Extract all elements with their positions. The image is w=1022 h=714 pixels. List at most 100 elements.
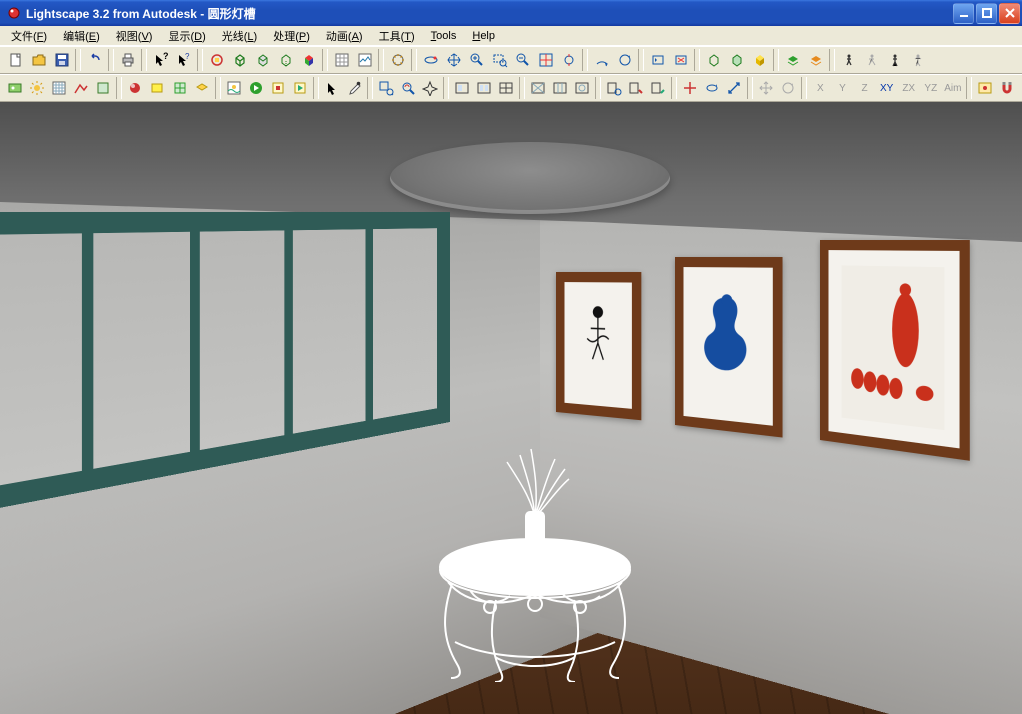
block-shaded-button[interactable] [725,49,748,71]
sun-button[interactable] [26,77,48,99]
material-button[interactable] [124,77,146,99]
wire-cube-button[interactable] [228,49,251,71]
prev-view-button[interactable] [646,49,669,71]
play-tool-button[interactable] [289,77,311,99]
run-button[interactable] [860,49,883,71]
block-solid-button[interactable] [748,49,771,71]
menu-item-process[interactable]: 处理(P) [266,27,317,45]
frame3-button[interactable] [495,77,517,99]
menu-item-tools-cn[interactable]: 工具(T) [372,27,422,45]
eyedropper-button[interactable] [343,77,365,99]
dolly-button[interactable] [557,49,580,71]
go-button[interactable] [245,77,267,99]
frame1-button[interactable] [451,77,473,99]
scene-room [0,102,1022,714]
enhance-button[interactable] [353,49,376,71]
print-button[interactable] [116,49,139,71]
axis-xy-button[interactable]: XY [876,77,898,99]
menu-item-tools[interactable]: Tools [424,29,464,43]
undo-button[interactable] [83,49,106,71]
view-all-button[interactable] [669,49,692,71]
rotate-arrows-button[interactable] [777,77,799,99]
maximize-button[interactable] [976,3,997,24]
toolbar-row-1: ? ? [0,46,1022,74]
scene-artwork-1 [556,272,641,420]
move-plus-button[interactable] [679,77,701,99]
save-button[interactable] [50,49,73,71]
layer-green-button[interactable] [781,49,804,71]
select-arrow-button[interactable] [321,77,343,99]
zoom-out-button[interactable] [511,49,534,71]
roll-button[interactable] [613,49,636,71]
color-cube-button[interactable] [297,49,320,71]
viewport-3d[interactable] [0,102,1022,714]
toolbar-row-2: X Y Z XY ZX YZ Aim [0,74,1022,102]
texture-button[interactable] [330,49,353,71]
svg-text:?: ? [163,52,169,61]
zoom-in-button[interactable] [465,49,488,71]
zoom-refresh-button[interactable] [397,77,419,99]
axis-yz-button[interactable]: YZ [920,77,942,99]
shaded-cube-button[interactable] [251,49,274,71]
layers-panel-button[interactable] [191,77,213,99]
move-arrows-button[interactable] [755,77,777,99]
hidden-line-button[interactable] [274,49,297,71]
walk-button[interactable] [837,49,860,71]
mesh1-button[interactable] [527,77,549,99]
query1-button[interactable] [603,77,625,99]
close-button[interactable] [999,3,1020,24]
open-button[interactable] [27,49,50,71]
menu-item-anim[interactable]: 动画(A) [319,27,370,45]
target-button[interactable] [974,77,996,99]
menu-item-help[interactable]: Help [465,29,502,43]
scale-tool-button[interactable] [723,77,745,99]
menu-item-light[interactable]: 光线(L) [215,27,264,45]
mesh2-button[interactable] [549,77,571,99]
query2-button[interactable] [625,77,647,99]
stop-tool-button[interactable] [267,77,289,99]
magnet-button[interactable] [996,77,1018,99]
tilt-button[interactable] [590,49,613,71]
orbit-button[interactable] [419,49,442,71]
rotate-tool-button[interactable] [701,77,723,99]
grid-fine-button[interactable] [48,77,70,99]
pan-button[interactable] [442,49,465,71]
app-icon [6,5,22,21]
edge-button[interactable] [70,77,92,99]
blocks-panel-button[interactable] [168,77,190,99]
mesh3-button[interactable] [571,77,593,99]
scene-table-wireframe [400,422,670,682]
axis-aim-button[interactable]: Aim [942,77,964,99]
zoom-region-button[interactable] [375,77,397,99]
menu-item-edit[interactable]: 编辑(E) [56,27,107,45]
face-button[interactable] [92,77,114,99]
isolate-button[interactable] [205,49,228,71]
lights-panel-button[interactable] [146,77,168,99]
menu-item-view[interactable]: 视图(V) [109,27,160,45]
svg-text:?: ? [185,52,190,61]
scene-artwork-2 [675,257,783,438]
axis-zx-button[interactable]: ZX [898,77,920,99]
daylight-button[interactable] [223,77,245,99]
whats-this-button[interactable]: ? [172,49,195,71]
menu-item-file[interactable]: 文件(F) [4,27,54,45]
navigate-button[interactable] [419,77,441,99]
block-wire-button[interactable] [702,49,725,71]
fly-button[interactable] [906,49,929,71]
query3-button[interactable] [647,77,669,99]
ray-button[interactable] [386,49,409,71]
axis-y-button[interactable]: Y [831,77,853,99]
zoom-extents-button[interactable] [534,49,557,71]
frame2-button[interactable] [473,77,495,99]
menu-item-display[interactable]: 显示(D) [161,27,212,45]
stand-button[interactable] [883,49,906,71]
axis-z-button[interactable]: Z [853,77,875,99]
layer-orange-button[interactable] [804,49,827,71]
minimize-button[interactable] [953,3,974,24]
title-bar: Lightscape 3.2 from Autodesk - 圆形灯槽 [0,0,1022,26]
new-button[interactable] [4,49,27,71]
axis-x-button[interactable]: X [809,77,831,99]
zoom-window-button[interactable] [488,49,511,71]
help-cursor-button[interactable]: ? [149,49,172,71]
render-button[interactable] [4,77,26,99]
